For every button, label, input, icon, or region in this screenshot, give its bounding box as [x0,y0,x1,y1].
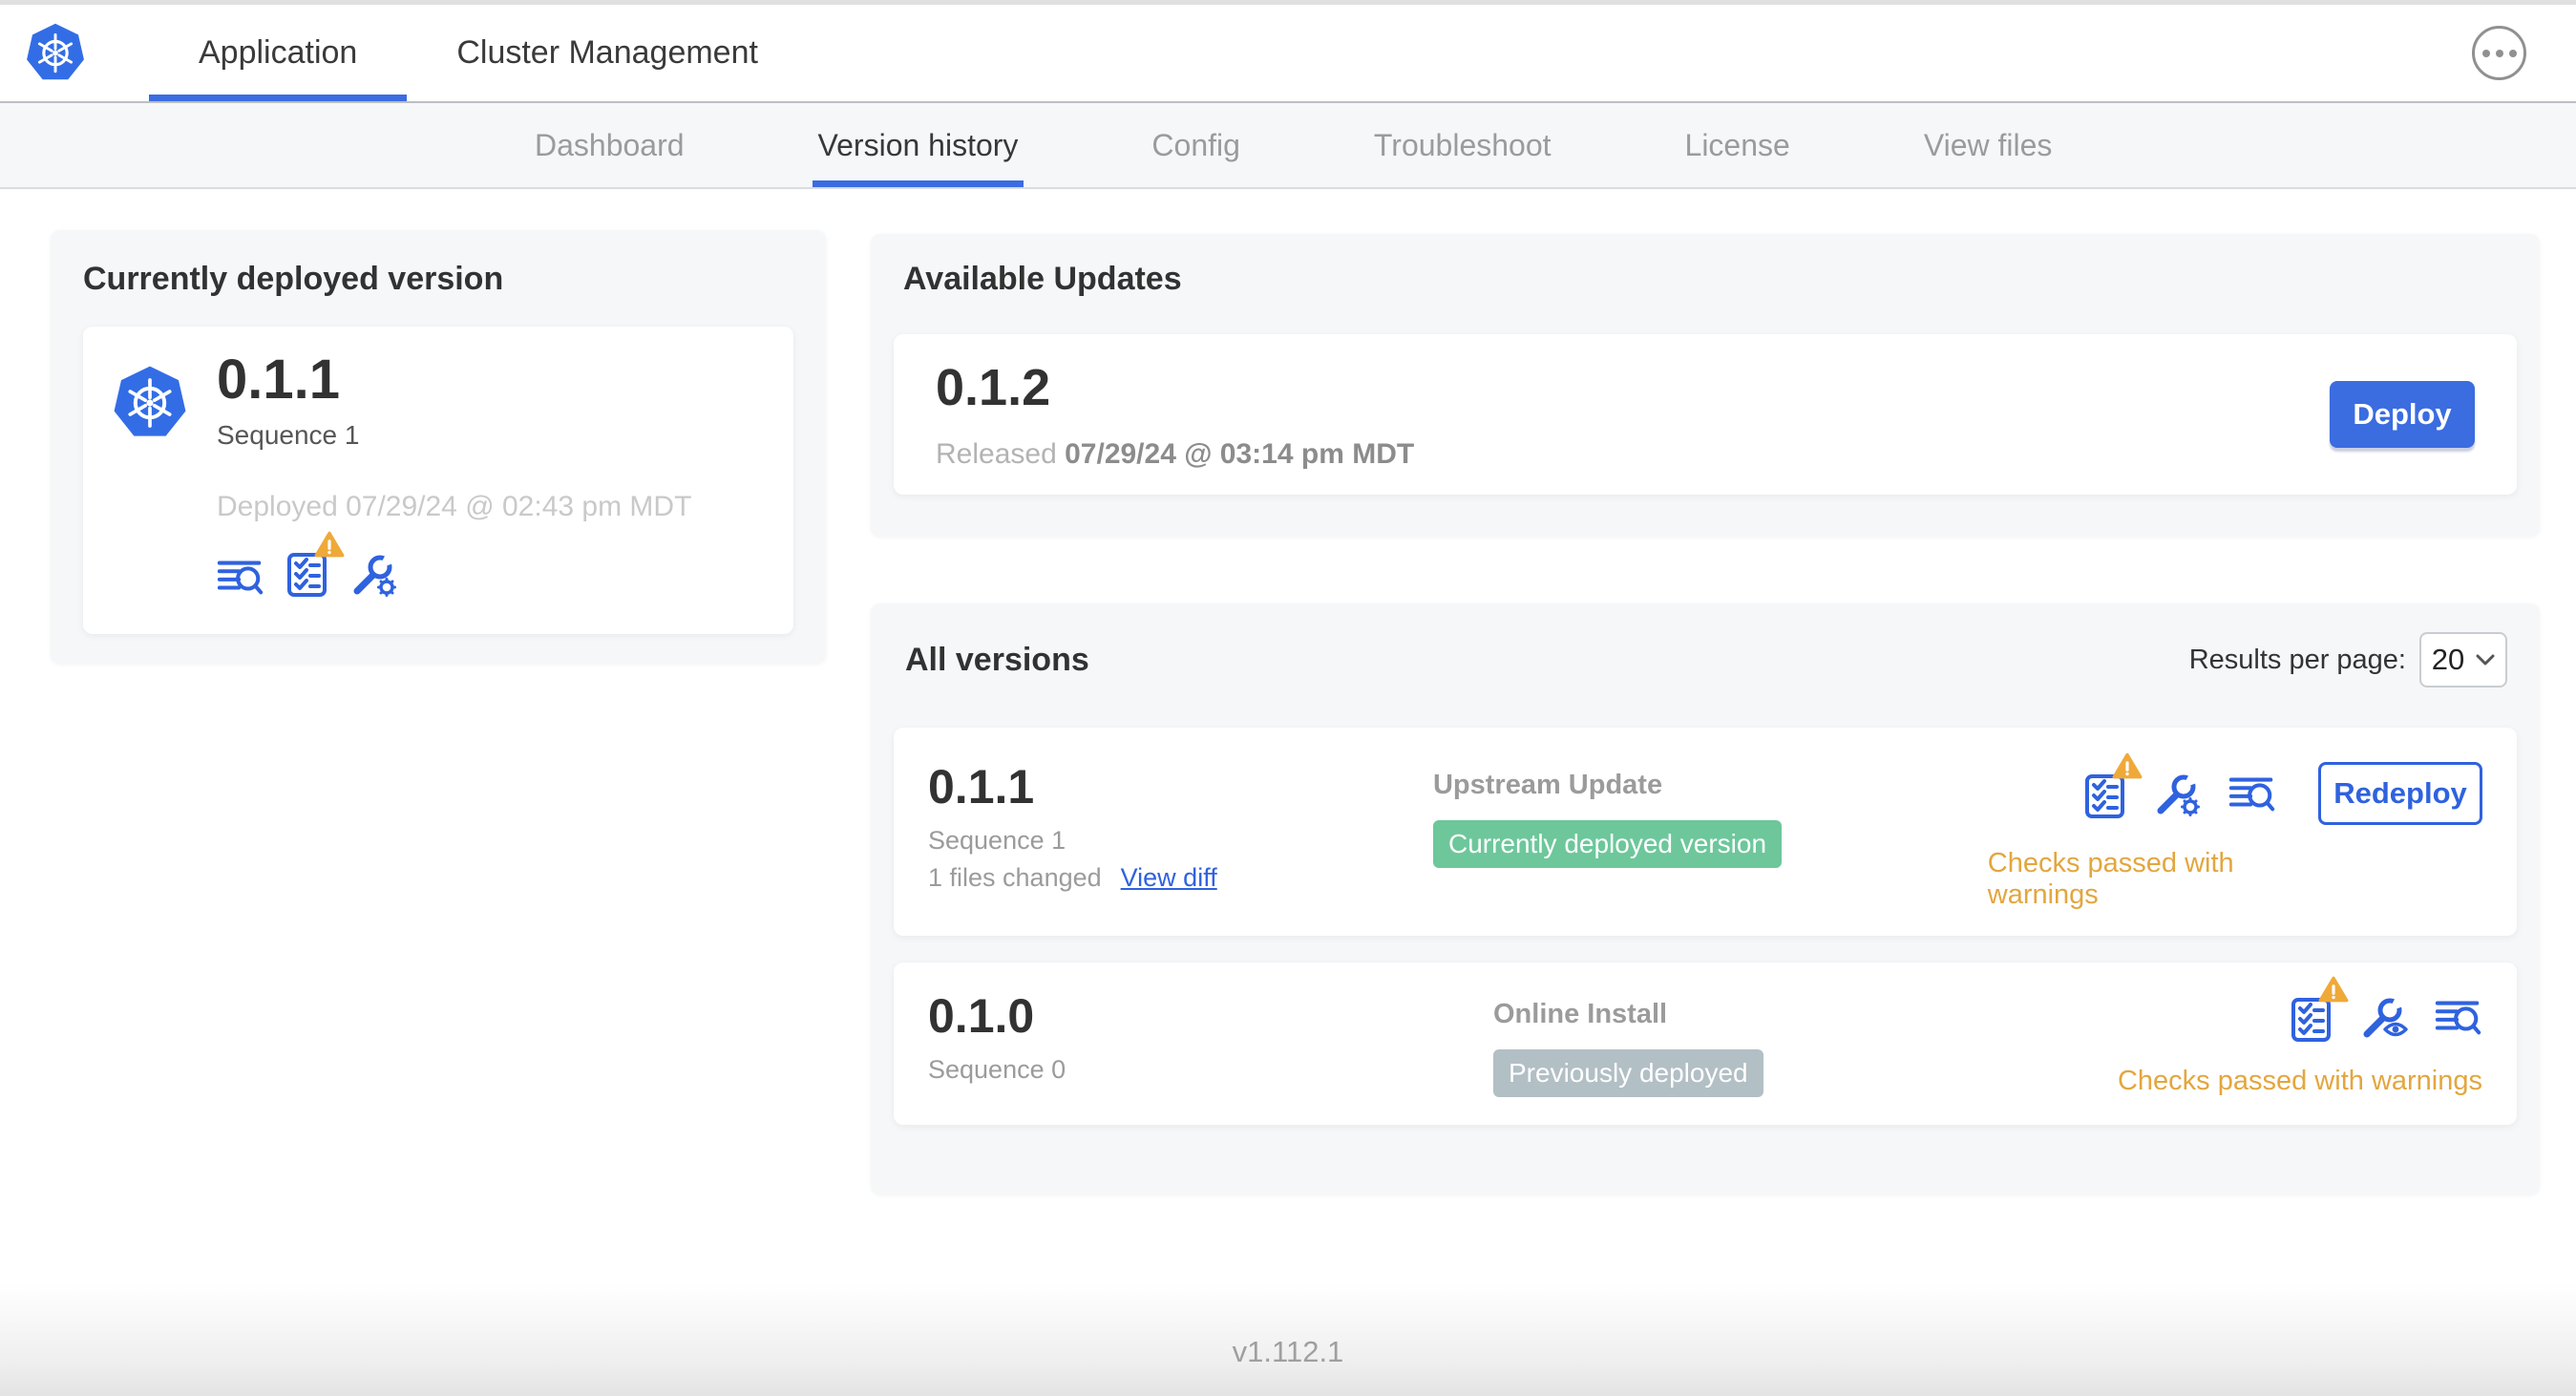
chevron-down-icon [2476,654,2495,665]
preflight-result-text: Checks passed with warnings [1987,848,2234,910]
update-released-timestamp: Released 07/29/24 @ 03:14 pm MDT [936,438,1415,470]
version-row: 0.1.1 Sequence 1 1 files changed View di… [894,728,2517,936]
app-header: Application Cluster Management [0,5,2576,101]
update-card: 0.1.2 Released 07/29/24 @ 03:14 pm MDT D… [894,334,2517,495]
tab-license[interactable]: License [1679,103,1796,187]
row-files-changed: 1 files changed [928,862,1102,892]
preflight-checks-icon[interactable] [285,531,345,598]
warning-triangle-icon [2112,752,2143,779]
currently-deployed-title: Currently deployed version [83,261,504,297]
row-sequence: Sequence 1 [928,825,1066,855]
deployed-version-number: 0.1.1 [217,349,340,411]
preflight-checks-icon[interactable] [2083,752,2143,819]
tab-application[interactable]: Application [149,5,408,101]
console-version: v1.112.1 [1232,1335,1344,1368]
version-row: 0.1.0 Sequence 0 Online Install Previous… [894,962,2517,1125]
tab-config[interactable]: Config [1146,103,1246,187]
header-tabs: Application Cluster Management [149,5,808,101]
kubernetes-version-icon [114,366,186,436]
redeploy-button[interactable]: Redeploy [2318,762,2482,825]
preflight-checks-icon[interactable] [2290,976,2349,1043]
tab-troubleshoot[interactable]: Troubleshoot [1368,103,1557,187]
update-version-number: 0.1.2 [936,359,1051,416]
tab-view-files[interactable]: View files [1918,103,2059,187]
kubernetes-logo [25,5,86,101]
all-versions-title: All versions [905,641,1089,678]
edit-config-icon[interactable] [350,549,398,598]
view-diff-link[interactable]: View diff [1121,863,1217,893]
available-updates-panel: Available Updates 0.1.2 Released 07/29/2… [871,234,2540,537]
tab-dashboard[interactable]: Dashboard [529,103,690,187]
status-badge: Currently deployed version [1432,820,1783,868]
view-config-icon[interactable] [2360,993,2408,1041]
ellipsis-menu-button[interactable] [2472,26,2526,80]
view-logs-icon[interactable] [2435,996,2482,1038]
tab-version-history[interactable]: Version history [812,103,1024,187]
deployed-timestamp: Deployed 07/29/24 @ 02:43 pm MDT [217,490,692,522]
available-updates-title: Available Updates [903,261,1182,297]
console-footer: v1.112.1 [0,1283,2576,1396]
deployed-version-card: 0.1.1 Sequence 1 Deployed 07/29/24 @ 02:… [83,327,793,634]
app-subnav: Dashboard Version history Config Trouble… [0,101,2576,189]
currently-deployed-panel: Currently deployed version 0.1.1 Sequenc… [51,230,826,664]
results-per-page-label: Results per page: [2188,644,2406,675]
row-sequence: Sequence 0 [928,1054,1066,1084]
tab-cluster-management[interactable]: Cluster Management [407,5,808,101]
deploy-button[interactable]: Deploy [2330,381,2475,448]
view-logs-icon[interactable] [2228,772,2276,814]
preflight-result-text: Checks passed with warnings [2117,1066,2482,1096]
warning-triangle-icon [314,531,345,558]
results-per-page-select[interactable]: 20 [2419,632,2507,687]
edit-config-icon[interactable] [2154,770,2202,817]
row-source-label: Upstream Update [1432,770,1663,800]
row-version-number: 0.1.1 [928,760,1035,814]
ellipsis-icon [2481,49,2490,57]
all-versions-panel: All versions Results per page: 20 0.1.1 … [871,603,2540,1195]
status-badge: Previously deployed [1493,1049,1763,1097]
warning-triangle-icon [2318,976,2349,1003]
view-logs-icon[interactable] [217,556,264,598]
row-version-number: 0.1.0 [928,989,1035,1043]
row-source-label: Online Install [1493,999,1668,1029]
deployed-sequence: Sequence 1 [217,419,360,450]
admin-console-page: Application Cluster Management Dashboard… [0,0,2576,1396]
